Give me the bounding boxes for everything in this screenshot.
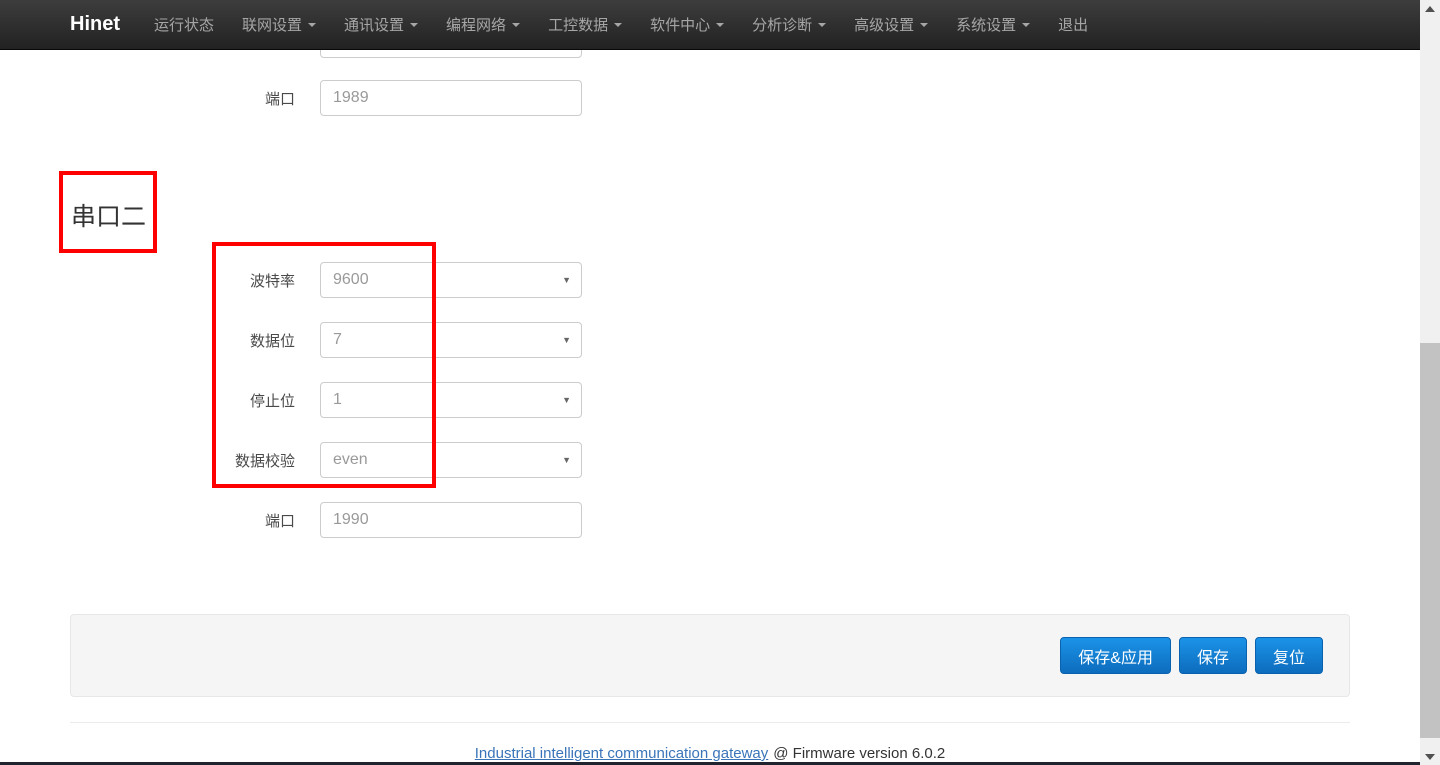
triangle-up-icon: [1425, 6, 1435, 12]
nav-item-label: 高级设置: [854, 14, 914, 35]
brand-logo[interactable]: Hinet: [0, 13, 140, 36]
nav-item-label: 分析诊断: [752, 14, 812, 35]
nav-item-logout[interactable]: 退出: [1044, 0, 1102, 50]
save-apply-button[interactable]: 保存&应用: [1060, 637, 1171, 674]
section-heading-serial2: 串口二: [71, 197, 146, 233]
field-label: 停止位: [0, 390, 295, 411]
field-label: 波特率: [0, 270, 295, 291]
scroll-down-arrow[interactable]: [1420, 748, 1440, 765]
reset-button[interactable]: 复位: [1255, 637, 1323, 674]
caret-down-icon: [614, 23, 622, 27]
caret-down-icon: [410, 23, 418, 27]
nav-item-label: 软件中心: [650, 14, 710, 35]
nav-item-advanced-settings[interactable]: 高级设置: [840, 0, 942, 50]
caret-down-icon: [818, 23, 826, 27]
selected-value: 1: [333, 391, 342, 409]
firmware-version-text: @ Firmware version 6.0.2: [773, 745, 945, 762]
nav-item-analysis-diagnosis[interactable]: 分析诊断: [738, 0, 840, 50]
caret-down-icon: [308, 23, 316, 27]
save-button[interactable]: 保存: [1179, 637, 1247, 674]
serial2-port-input[interactable]: [320, 502, 582, 538]
data-bits-select[interactable]: 7 ▼: [320, 322, 582, 358]
nav-item-system-settings[interactable]: 系统设置: [942, 0, 1044, 50]
gateway-link[interactable]: Industrial intelligent communication gat…: [475, 745, 769, 762]
footer-divider: [70, 722, 1350, 723]
chevron-down-icon: ▼: [562, 456, 571, 465]
nav-item-label: 联网设置: [242, 14, 302, 35]
selected-value: 9600: [333, 271, 369, 289]
nav-item-programming-network[interactable]: 编程网络: [432, 0, 534, 50]
nav-item-running-status[interactable]: 运行状态: [140, 0, 228, 50]
caret-down-icon: [512, 23, 520, 27]
parity-select[interactable]: even ▼: [320, 442, 582, 478]
chevron-down-icon: ▼: [562, 336, 571, 345]
form-row-serial1-port: 端口: [0, 80, 620, 116]
scroll-up-arrow[interactable]: [1420, 0, 1440, 17]
form-row-baud-rate: 波特率 9600 ▼: [0, 262, 620, 298]
nav-item-communication-settings[interactable]: 通讯设置: [330, 0, 432, 50]
nav-item-software-center[interactable]: 软件中心: [636, 0, 738, 50]
chevron-down-icon: ▼: [562, 396, 571, 405]
form-row-serial2-port: 端口: [0, 502, 620, 538]
form-row-stop-bits: 停止位 1 ▼: [0, 382, 620, 418]
nav-item-label: 退出: [1058, 14, 1088, 35]
stop-bits-select[interactable]: 1 ▼: [320, 382, 582, 418]
caret-down-icon: [920, 23, 928, 27]
field-label: 端口: [0, 510, 295, 531]
nav-item-network-settings[interactable]: 联网设置: [228, 0, 330, 50]
footer: Industrial intelligent communication gat…: [0, 745, 1420, 762]
field-label: 端口: [0, 88, 295, 109]
field-label: 数据校验: [0, 450, 295, 471]
nav-item-label: 通讯设置: [344, 14, 404, 35]
nav-item-label: 工控数据: [548, 14, 608, 35]
navbar: Hinet 运行状态 联网设置 通讯设置 编程网络 工控数据 软件中心 分析诊断…: [0, 0, 1420, 50]
nav-item-label: 系统设置: [956, 14, 1016, 35]
selected-value: 7: [333, 331, 342, 349]
nav-item-label: 编程网络: [446, 14, 506, 35]
form-actions-panel: 保存&应用 保存 复位: [70, 614, 1350, 697]
field-label: 数据位: [0, 330, 295, 351]
scrollbar[interactable]: [1420, 0, 1440, 765]
serial1-port-input[interactable]: [320, 80, 582, 116]
caret-down-icon: [716, 23, 724, 27]
selected-value: even: [333, 451, 368, 469]
baud-rate-select[interactable]: 9600 ▼: [320, 262, 582, 298]
caret-down-icon: [1022, 23, 1030, 27]
chevron-down-icon: ▼: [562, 276, 571, 285]
triangle-down-icon: [1425, 754, 1435, 760]
nav-item-label: 运行状态: [154, 14, 214, 35]
nav-item-industrial-data[interactable]: 工控数据: [534, 0, 636, 50]
form-row-parity: 数据校验 even ▼: [0, 442, 620, 478]
form-row-data-bits: 数据位 7 ▼: [0, 322, 620, 358]
scrollbar-thumb[interactable]: [1420, 343, 1440, 738]
